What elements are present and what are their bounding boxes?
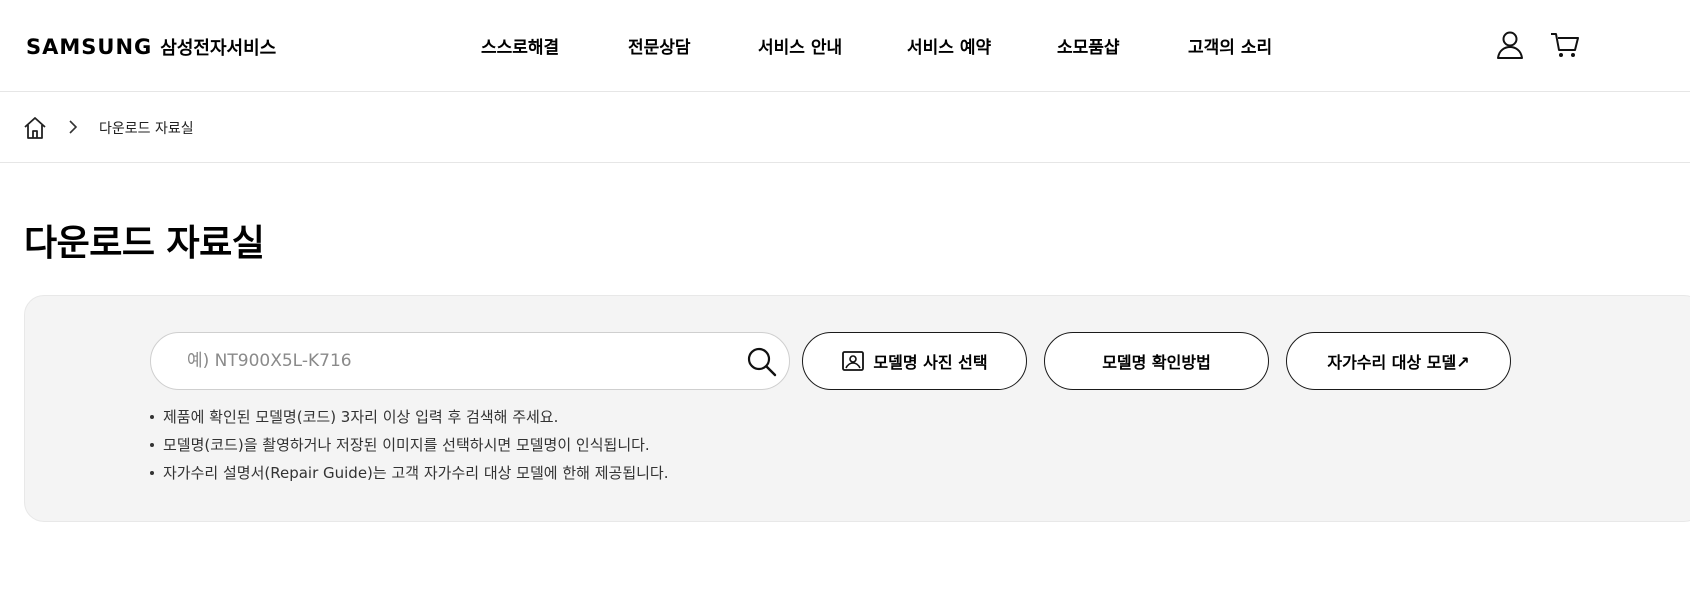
breadcrumb-current: 다운로드 자료실 [99,121,194,137]
nav-service-booking[interactable]: 서비스 예약 [907,33,991,58]
site-header: SAMSUNG 삼성전자서비스 스스로해결 전문상담 서비스 안내 서비스 예약… [0,0,1690,92]
page-title: 다운로드 자료실 [24,223,265,264]
home-icon[interactable] [22,115,48,141]
logo[interactable]: SAMSUNG 삼성전자서비스 [26,34,276,60]
brand-logo[interactable]: SAMSUNG [26,35,152,59]
photo-model-select-button[interactable]: 모델명 사진 선택 [802,332,1027,390]
note-item: 제품에 확인된 모델명(코드) 3자리 이상 입력 후 검색해 주세요. [148,403,669,431]
user-icon[interactable] [1493,28,1527,62]
nav-customer-voice[interactable]: 고객의 소리 [1188,33,1272,58]
nav-supplies-shop[interactable]: 소모품샵 [1057,33,1120,58]
nav-self-solve[interactable]: 스스로해결 [481,33,559,58]
search-box [150,332,790,390]
search-notes: 제품에 확인된 모델명(코드) 3자리 이상 입력 후 검색해 주세요. 모델명… [148,403,669,487]
note-item: 모델명(코드)을 촬영하거나 저장된 이미지를 선택하시면 모델명이 인식됩니다… [148,431,669,459]
model-check-guide-label: 모델명 확인방법 [1102,353,1211,372]
model-check-guide-button[interactable]: 모델명 확인방법 [1044,332,1269,390]
service-name[interactable]: 삼성전자서비스 [160,34,276,60]
note-item: 자가수리 설명서(Repair Guide)는 고객 자가수리 대상 모델에 한… [148,459,669,487]
self-repair-models-button[interactable]: 자가수리 대상 모델↗ [1286,332,1511,390]
self-repair-models-label: 자가수리 대상 모델↗ [1327,353,1470,372]
nav-consult[interactable]: 전문상담 [628,33,691,58]
nav-service-info[interactable]: 서비스 안내 [758,33,842,58]
search-icon[interactable] [745,345,779,379]
image-icon [842,351,865,371]
cart-icon[interactable] [1548,28,1582,62]
breadcrumb: 다운로드 자료실 [0,92,1690,163]
photo-model-select-label: 모델명 사진 선택 [873,353,988,372]
model-search-input[interactable] [187,333,747,389]
chevron-right-icon [69,120,78,134]
